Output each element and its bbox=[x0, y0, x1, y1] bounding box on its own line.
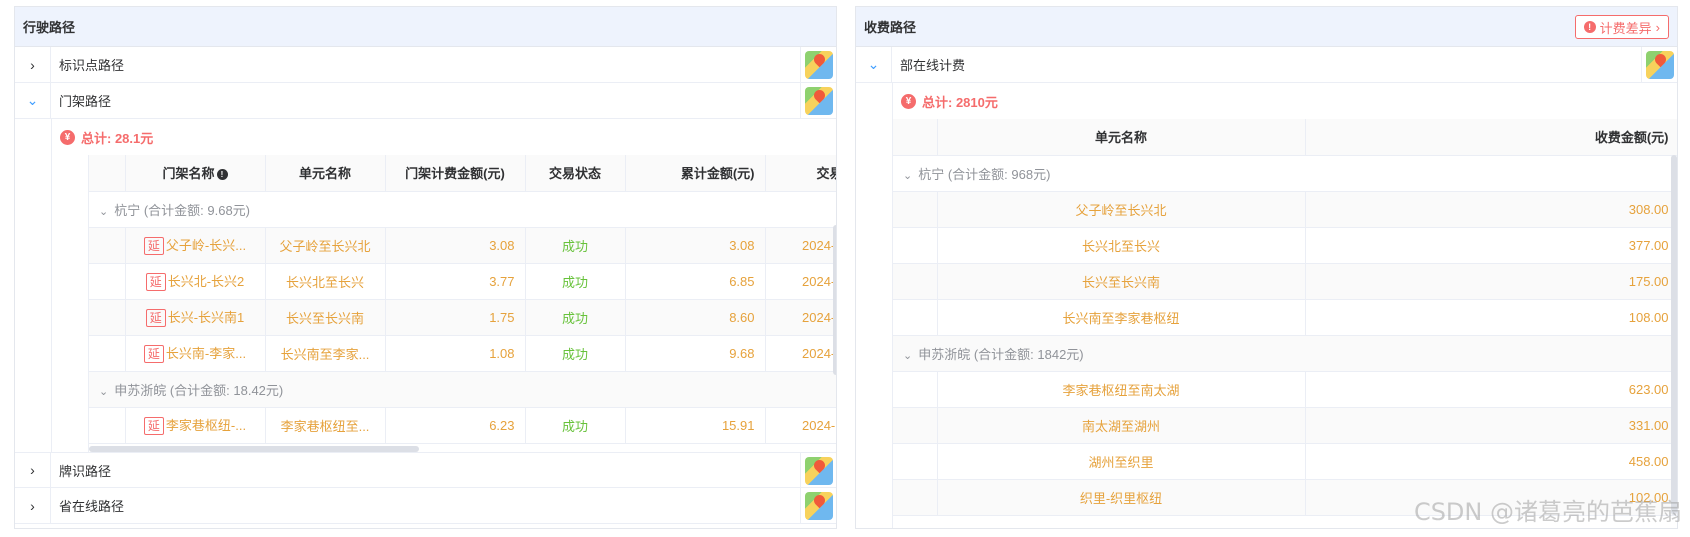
alert-icon: ! bbox=[1583, 21, 1596, 33]
section-province-route[interactable]: › 省在线路径 bbox=[15, 487, 836, 524]
chevron-down-icon[interactable]: ⌄ bbox=[903, 170, 912, 182]
yen-icon: ¥ bbox=[60, 129, 75, 145]
chevron-down-icon[interactable]: ⌄ bbox=[856, 46, 892, 83]
section-ministry-online[interactable]: ⌄ 部在线计费 bbox=[856, 46, 1677, 83]
map-button[interactable] bbox=[800, 488, 836, 524]
map-button[interactable] bbox=[800, 83, 836, 119]
panel-title: 行驶路径 bbox=[15, 7, 836, 47]
gantry-detail: ¥ 总计: 28.1元 门架名称! 单元名称 门架计费金额(元) 交易状态 累计… bbox=[51, 119, 836, 452]
chevron-down-icon[interactable]: ⌄ bbox=[99, 386, 108, 398]
table-row[interactable]: 延父子岭-长兴... 父子岭至长兴北 3.08 成功 3.08 2024-12-… bbox=[89, 227, 836, 264]
gantry-table: 门架名称! 单元名称 门架计费金额(元) 交易状态 累计金额(元) 交易时间 ⌄… bbox=[89, 155, 836, 444]
delay-tag: 延 bbox=[143, 237, 164, 255]
vertical-scrollbar[interactable] bbox=[1671, 155, 1677, 515]
yen-icon: ¥ bbox=[901, 93, 916, 109]
panel-title: 收费路径 bbox=[864, 20, 917, 35]
table-row[interactable]: 长兴南至李家巷枢纽 108.00 bbox=[893, 299, 1677, 336]
col-gantry-fee[interactable]: 门架计费金额(元) bbox=[385, 155, 526, 192]
table-row[interactable]: 延长兴-长兴南1 长兴至长兴南 1.75 成功 8.60 2024-12-28 bbox=[89, 299, 836, 336]
section-gantry-route[interactable]: ⌄ 门架路径 bbox=[15, 82, 836, 119]
col-time[interactable]: 交易时间 bbox=[765, 155, 836, 192]
section-label: 牌识路径 bbox=[59, 463, 112, 479]
section-label: 部在线计费 bbox=[900, 58, 966, 73]
group-row[interactable]: ⌄ 申苏浙皖 (合计金额: 1842元) bbox=[893, 335, 1677, 372]
vertical-scrollbar[interactable] bbox=[833, 225, 836, 375]
panel-header: 收费路径 ! 计费差异 › bbox=[856, 7, 1677, 47]
chevron-right-icon: › bbox=[1655, 19, 1660, 35]
delay-tag: 延 bbox=[145, 273, 166, 291]
total-row: ¥ 总计: 28.1元 bbox=[52, 119, 836, 155]
toll-route-panel: 收费路径 ! 计费差异 › ⌄ 部在线计费 ¥ 总计: 2810元 单元名称 收… bbox=[855, 6, 1678, 529]
total-row: ¥ 总计: 2810元 bbox=[893, 83, 1677, 119]
map-icon bbox=[1645, 51, 1674, 79]
gantry-table-wrap: 门架名称! 单元名称 门架计费金额(元) 交易状态 累计金额(元) 交易时间 ⌄… bbox=[88, 155, 836, 452]
table-header: 门架名称! 单元名称 门架计费金额(元) 交易状态 累计金额(元) 交易时间 bbox=[89, 155, 836, 192]
delay-tag: 延 bbox=[143, 417, 164, 435]
col-toll-amount[interactable]: 收费金额(元) bbox=[1305, 119, 1677, 156]
table-row[interactable]: 李家巷枢纽至南太湖 623.00 bbox=[893, 371, 1677, 408]
table-row[interactable]: 长兴北至长兴 377.00 bbox=[893, 227, 1677, 264]
table-row[interactable]: 南太湖至湖州 331.00 bbox=[893, 407, 1677, 444]
map-icon bbox=[804, 492, 833, 520]
map-button[interactable] bbox=[1641, 47, 1677, 83]
section-marker-route[interactable]: › 标识点路径 bbox=[15, 46, 836, 83]
group-row[interactable]: ⌄ 杭宁 (合计金额: 9.68元) bbox=[89, 191, 836, 228]
info-icon[interactable]: ! bbox=[216, 169, 228, 181]
map-button[interactable] bbox=[800, 453, 836, 489]
group-row[interactable]: ⌄ 杭宁 (合计金额: 968元) bbox=[893, 155, 1677, 192]
table-row[interactable]: 长兴至长兴南 175.00 bbox=[893, 263, 1677, 300]
col-unit-name[interactable]: 单元名称 bbox=[265, 155, 386, 192]
section-label: 标识点路径 bbox=[59, 58, 125, 73]
col-cumulative[interactable]: 累计金额(元) bbox=[625, 155, 766, 192]
table-row[interactable]: 父子岭至长兴北 308.00 bbox=[893, 191, 1677, 228]
table-header: 单元名称 收费金额(元) bbox=[893, 119, 1677, 156]
section-label: 省在线路径 bbox=[59, 499, 125, 514]
col-gantry-name[interactable]: 门架名称! bbox=[125, 155, 266, 192]
section-plate-route[interactable]: › 牌识路径 bbox=[15, 452, 836, 489]
total-amount: 总计: 28.1元 bbox=[81, 130, 154, 146]
billing-diff-button[interactable]: ! 计费差异 › bbox=[1574, 15, 1669, 39]
driving-route-panel: 行驶路径 › 标识点路径 ⌄ 门架路径 ¥ 总计: 28.1元 门架名称! 单元… bbox=[14, 6, 837, 529]
chevron-down-icon[interactable]: ⌄ bbox=[15, 82, 51, 119]
toll-detail: ¥ 总计: 2810元 单元名称 收费金额(元) ⌄ 杭宁 (合计金额: 968元… bbox=[892, 83, 1677, 528]
chevron-right-icon[interactable]: › bbox=[15, 487, 51, 524]
map-button[interactable] bbox=[800, 47, 836, 83]
chevron-right-icon[interactable]: › bbox=[15, 452, 51, 488]
table-row[interactable]: 延李家巷枢纽-... 李家巷枢纽至... 6.23 成功 15.91 2024-… bbox=[89, 407, 836, 444]
table-row[interactable]: 延长兴北-长兴2 长兴北至长兴 3.77 成功 6.85 2024-12-28 bbox=[89, 263, 836, 300]
col-unit-name[interactable]: 单元名称 bbox=[937, 119, 1306, 156]
chevron-right-icon[interactable]: › bbox=[15, 46, 51, 83]
group-row[interactable]: ⌄ 申苏浙皖 (合计金额: 18.42元) bbox=[89, 371, 836, 408]
map-icon bbox=[804, 87, 833, 115]
delay-tag: 延 bbox=[143, 345, 164, 363]
map-icon bbox=[804, 51, 833, 79]
table-row[interactable]: 延长兴南-李家... 长兴南至李家... 1.08 成功 9.68 2024-1… bbox=[89, 335, 836, 372]
watermark: CSDN @诸葛亮的芭蕉扇 bbox=[1413, 498, 1682, 526]
toll-table: 单元名称 收费金额(元) ⌄ 杭宁 (合计金额: 968元) 父子岭至长兴北 308… bbox=[893, 119, 1677, 516]
delay-tag: 延 bbox=[145, 309, 166, 327]
map-icon bbox=[804, 457, 833, 485]
table-row[interactable]: 湖州至织里 458.00 bbox=[893, 443, 1677, 480]
chevron-down-icon[interactable]: ⌄ bbox=[99, 206, 108, 218]
chevron-down-icon[interactable]: ⌄ bbox=[903, 350, 912, 362]
col-status[interactable]: 交易状态 bbox=[525, 155, 626, 192]
total-amount: 总计: 2810元 bbox=[922, 94, 998, 110]
section-label: 门架路径 bbox=[59, 94, 112, 109]
